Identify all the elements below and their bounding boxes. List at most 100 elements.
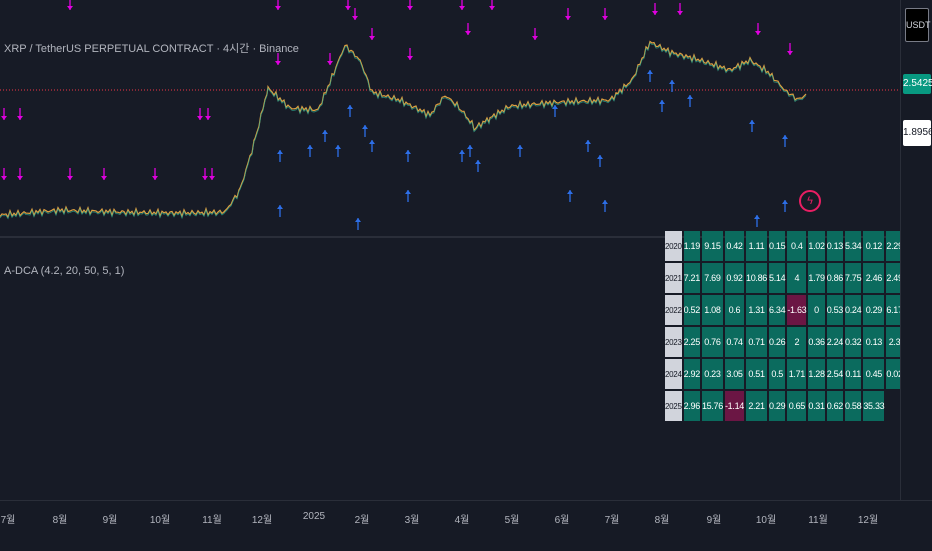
sell-arrow-icon (532, 36, 538, 40)
lightning-icon[interactable]: ϟ (799, 190, 821, 212)
month-cell: 2.25 (683, 327, 700, 357)
month-cell: 0.13 (826, 231, 843, 261)
buy-arrow-icon (362, 125, 368, 129)
sell-arrow-icon (407, 56, 413, 60)
buy-arrow-icon (602, 200, 608, 204)
table-row: 2024 2.92 0.23 3.05 0.51 0.5 1.71 1.28 2.54 0.11 0… (665, 359, 932, 389)
buy-arrow-icon (355, 218, 361, 222)
month-cell: 0.92 (724, 263, 744, 293)
year-cell: 2021 (665, 263, 682, 293)
year-cell: 2022 (665, 295, 682, 325)
month-cell: 0.26 (769, 327, 786, 357)
price-chart-canvas[interactable] (0, 0, 900, 236)
time-axis-label: 12월 (251, 515, 273, 526)
sell-arrow-icon (352, 16, 358, 20)
price-line (0, 40, 807, 219)
month-cell: 9.15 (701, 231, 723, 261)
month-cell: 2.24 (826, 327, 843, 357)
buy-arrow-icon (687, 95, 693, 99)
chart-title: XRP / TetherUS PERPETUAL CONTRACT · 4시간 … (4, 43, 299, 55)
year-cell: 2020 (665, 231, 682, 261)
month-cell: 2.21 (745, 391, 768, 421)
month-cell: 0 (808, 295, 825, 325)
time-axis-label: 9월 (706, 515, 722, 526)
month-cell: 0.13 (863, 327, 885, 357)
sell-arrow-icon (152, 176, 158, 180)
month-cell: 2.96 (683, 391, 700, 421)
month-cell: 0.74 (724, 327, 744, 357)
month-cell: 0.42 (724, 231, 744, 261)
performance-table: 2020 1.19 9.15 0.42 1.11 0.15 0.4 1.02 0.13 5.34 0… (663, 229, 932, 423)
month-cell: 7.21 (683, 263, 700, 293)
sell-arrow-icon (67, 6, 73, 10)
buy-arrow-icon (335, 145, 341, 149)
sell-arrow-icon (489, 6, 495, 10)
sell-arrow-icon (101, 176, 107, 180)
time-axis-label: 10월 (149, 515, 171, 526)
buy-arrow-icon (585, 140, 591, 144)
month-cell: 0.36 (808, 327, 825, 357)
sell-arrow-icon (565, 16, 571, 20)
sell-arrow-icon (205, 116, 211, 120)
buy-arrow-icon (405, 190, 411, 194)
time-axis-label: 5월 (504, 515, 520, 526)
month-cell: 15.76 (701, 391, 723, 421)
month-cell: 0.6 (724, 295, 744, 325)
month-cell: 10.86 (745, 263, 767, 293)
month-cell: 0.11 (845, 359, 862, 389)
time-axis-label: 7월 (604, 515, 620, 526)
year-cell: 2023 (665, 327, 682, 357)
time-axis-label: 4월 (454, 515, 470, 526)
buy-arrow-icon (754, 215, 760, 219)
sell-arrow-icon (465, 31, 471, 35)
month-cell: -1.63 (787, 295, 807, 325)
time-axis-label: 7월 (0, 515, 16, 526)
time-axis-label: 2025 (302, 511, 326, 522)
sell-arrow-icon (202, 176, 208, 180)
sell-arrow-icon (652, 11, 658, 15)
sell-arrow-icon (787, 51, 793, 55)
currency-button[interactable]: USDT (905, 8, 931, 42)
sell-arrow-icon (459, 6, 465, 10)
time-axis[interactable]: 7월 8월 9월 10월 11월 12월 2025 2월 3월 4월 5월 6월 7월 8월 9월 10월 11… (0, 500, 932, 551)
buy-arrow-icon (459, 150, 465, 154)
buy-arrow-icon (749, 120, 755, 124)
month-cell: 0.71 (745, 327, 768, 357)
buy-arrow-icon (347, 105, 353, 109)
sell-arrow-icon (17, 176, 23, 180)
buy-arrow-icon (467, 145, 473, 149)
month-cell: 0.62 (826, 391, 843, 421)
price-chart-pane[interactable]: XRP / TetherUS PERPETUAL CONTRACT · 4시간 … (0, 0, 900, 236)
last-price-badge: 2.5425 (903, 74, 932, 94)
sell-arrow-icon (209, 176, 215, 180)
month-cell: 1.79 (808, 263, 825, 293)
month-cell: 0.32 (845, 327, 862, 357)
sell-arrow-icon (1, 116, 7, 120)
low-price-badge: 1.8956 (903, 120, 932, 146)
buy-arrow-icon (517, 145, 523, 149)
month-cell: 1.08 (701, 295, 723, 325)
sell-arrow-icon (197, 116, 203, 120)
month-cell: 6.34 (769, 295, 786, 325)
month-cell: 7.75 (845, 263, 862, 293)
month-cell: 1.11 (745, 231, 768, 261)
buy-arrow-icon (659, 100, 665, 104)
sell-arrow-icon (275, 61, 281, 65)
sell-arrow-icon (17, 116, 23, 120)
price-line-secondary (0, 42, 807, 220)
sell-arrow-icon (407, 6, 413, 10)
month-cell: 1.28 (808, 359, 825, 389)
month-cell: 0.5 (769, 359, 786, 389)
month-cell: 1.31 (745, 295, 768, 325)
buy-arrow-icon (307, 145, 313, 149)
time-axis-label: 12월 (857, 515, 879, 526)
table-row: 2020 1.19 9.15 0.42 1.11 0.15 0.4 1.02 0.13 5.34 0… (665, 231, 932, 261)
time-axis-label: 11월 (808, 515, 828, 526)
buy-arrow-icon (597, 155, 603, 159)
month-cell: 2.92 (683, 359, 700, 389)
month-cell: 1.02 (808, 231, 825, 261)
month-cell: 0.51 (745, 359, 768, 389)
month-cell: 0.58 (845, 391, 862, 421)
month-cell: 0.86 (826, 263, 843, 293)
table-row: 2023 2.25 0.76 0.74 0.71 0.26 2 0.36 2.24 0.32 0.1… (665, 327, 932, 357)
